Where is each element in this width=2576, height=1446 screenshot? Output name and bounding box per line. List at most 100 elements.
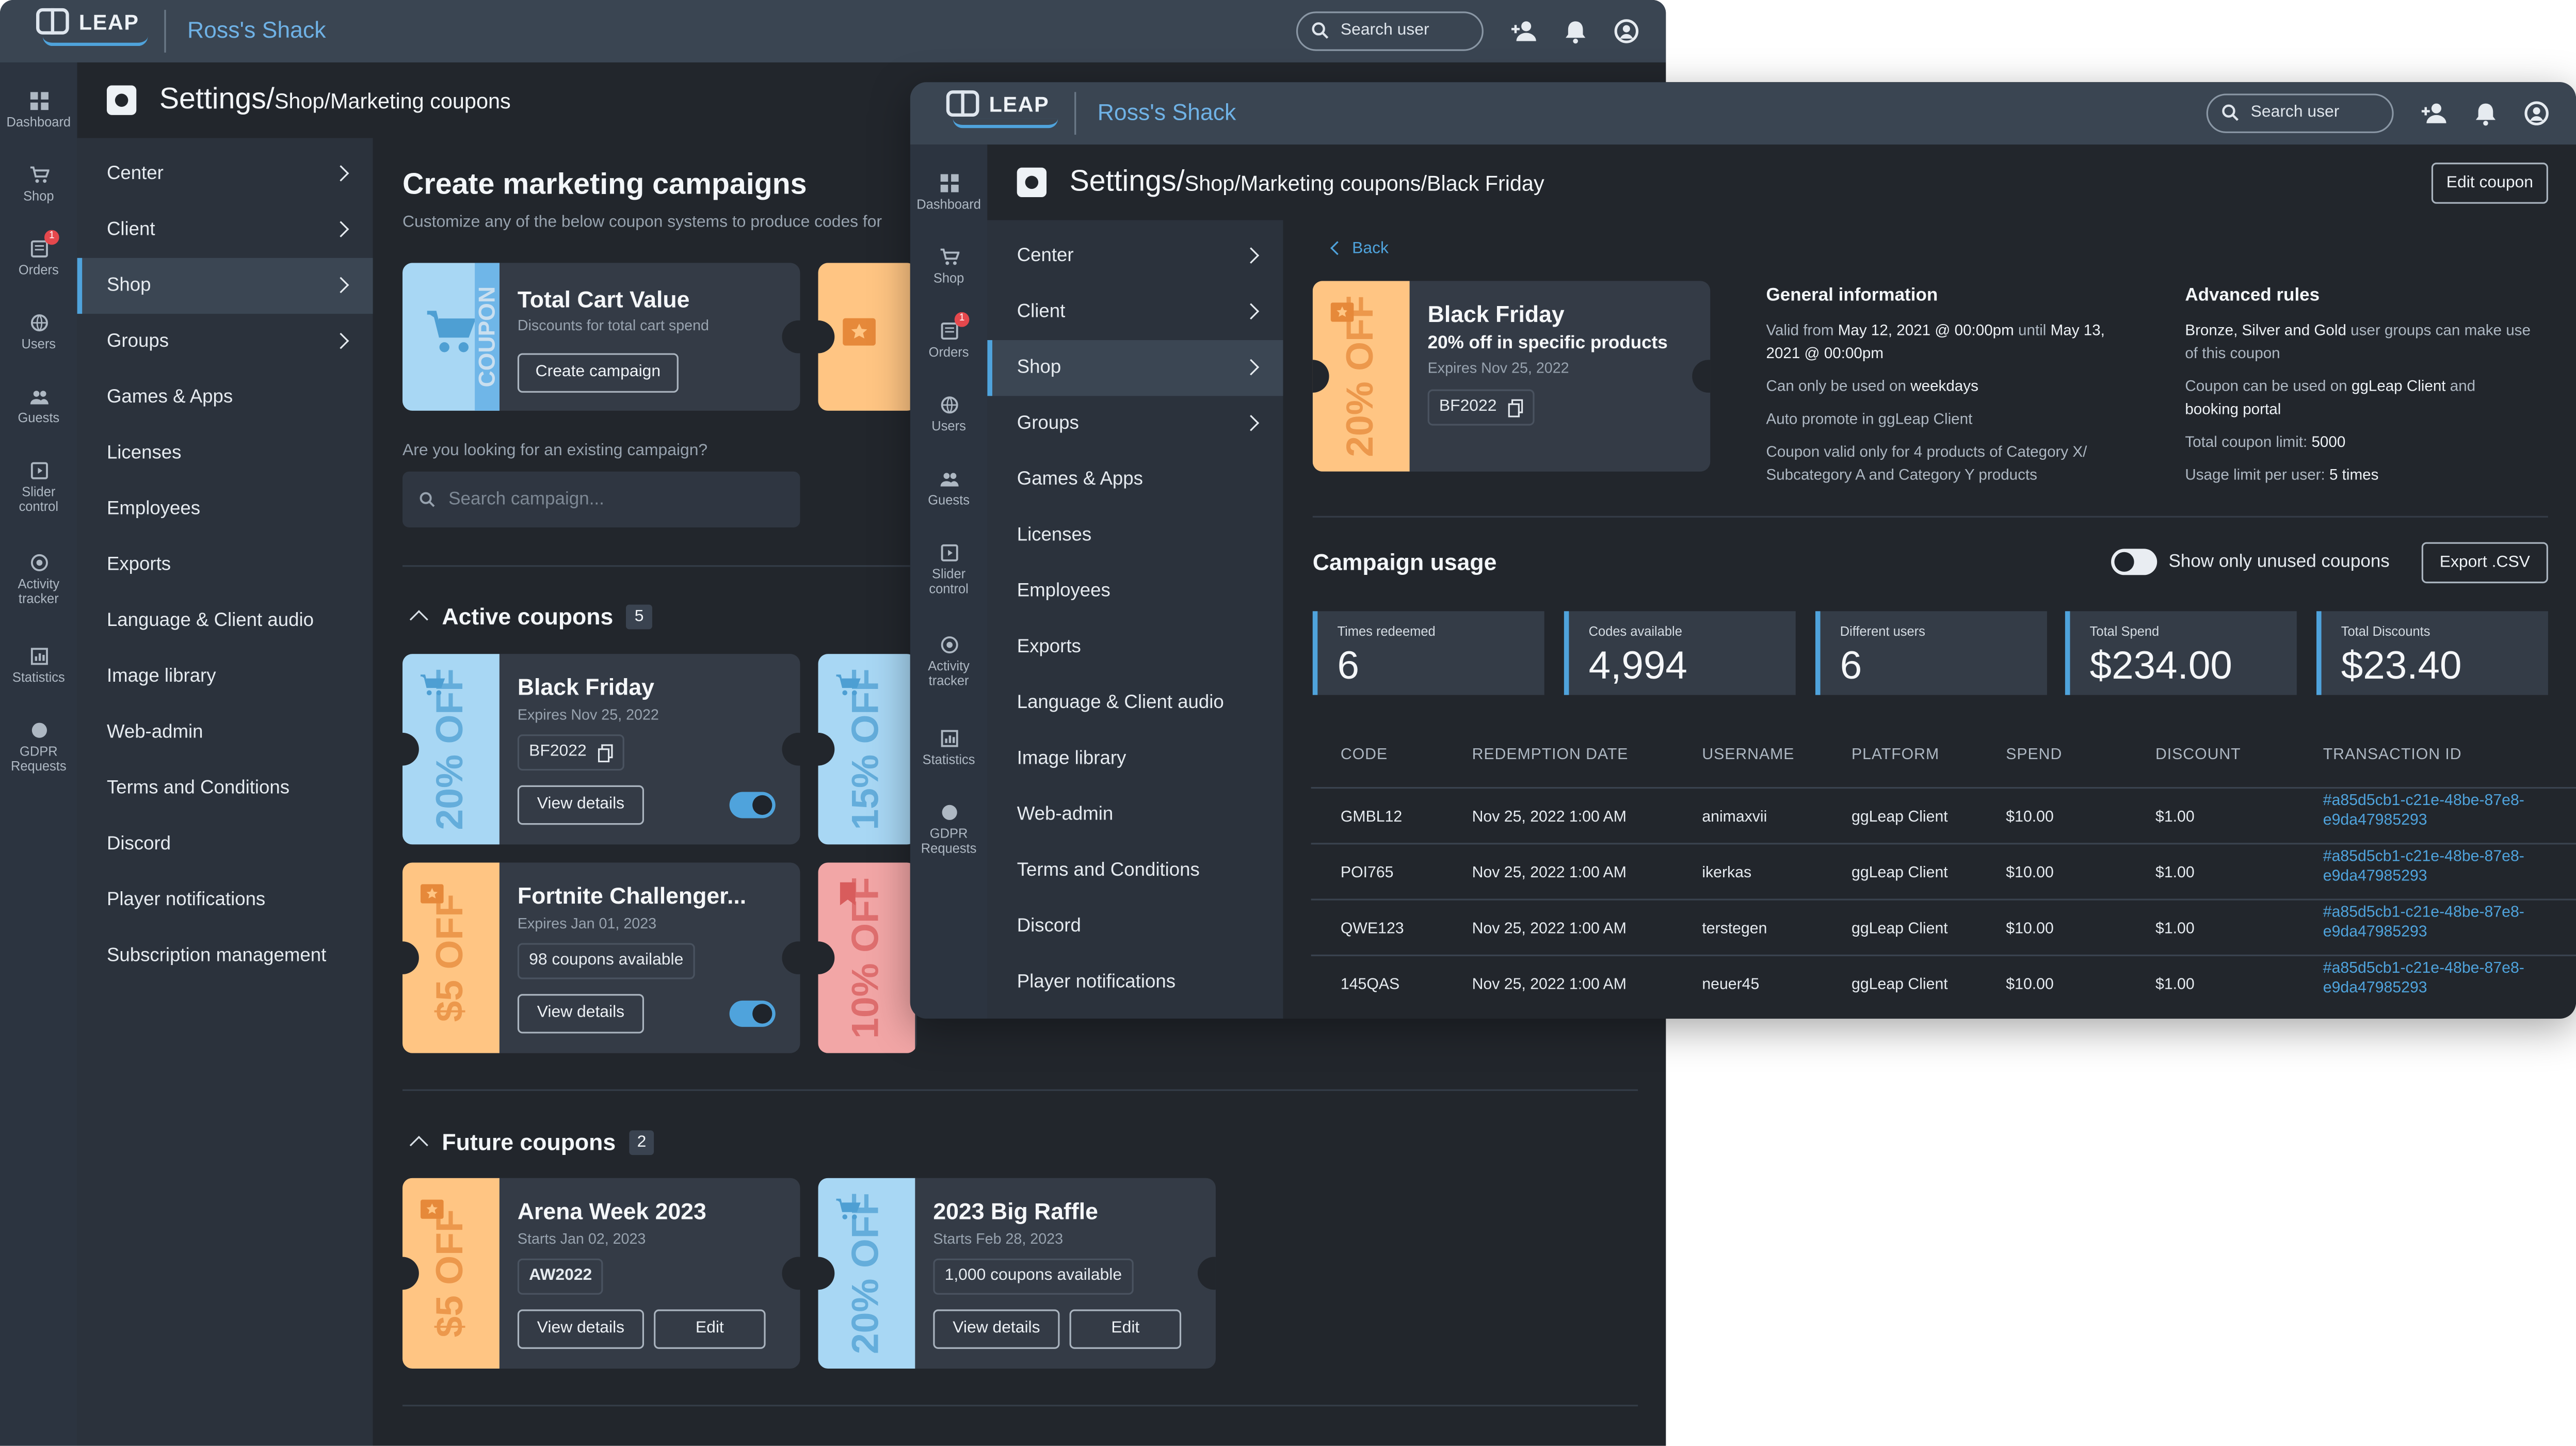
transaction-id-link[interactable]: #a85d5cb1-c21e-48be-87e8- e9da47985293 (2323, 959, 2553, 999)
view-details-button[interactable]: View details (517, 1309, 645, 1349)
table-row[interactable]: POI765 Nov 25, 2022 1:00 AM ikerkas ggLe… (1311, 843, 2576, 900)
table-row[interactable]: 145QAS Nov 25, 2022 1:00 AM neuer45 ggLe… (1311, 954, 2576, 1012)
rail-slider-control[interactable]: Slider control (0, 462, 77, 514)
fortnite-card[interactable]: $5 OFF Fortnite Challenger... Expires Ja… (403, 862, 800, 1053)
rail-shop[interactable]: Shop (0, 166, 77, 204)
sidebar-item-licenses[interactable]: Licenses (987, 508, 1283, 564)
table-row[interactable]: QWE123 Nov 25, 2022 1:00 AM terstegen gg… (1311, 898, 2576, 956)
sidebar-item-games-apps[interactable]: Games & Apps (77, 369, 373, 425)
black-friday-card[interactable]: 20% OFF Black Friday Expires Nov 25, 202… (403, 654, 800, 845)
sidebar-item-image-library[interactable]: Image library (987, 731, 1283, 787)
transaction-id-link[interactable]: #a85d5cb1-c21e-48be-87e8- e9da47985293 (2323, 848, 2553, 887)
edit-coupon-button[interactable]: Edit coupon (2431, 163, 2548, 204)
unused-coupons-toggle[interactable] (2111, 549, 2158, 575)
add-user-icon[interactable] (1511, 18, 1538, 44)
sidebar-item-client[interactable]: Client (987, 284, 1283, 340)
coupon-code[interactable]: BF2022 (517, 734, 624, 771)
sidebar-item-employees[interactable]: Employees (987, 564, 1283, 619)
rail-gdpr-requests[interactable]: GDPR Requests (910, 804, 988, 856)
sidebar-item-games-apps[interactable]: Games & Apps (987, 452, 1283, 508)
column-transaction-id[interactable]: TRANSACTION ID (2323, 746, 2462, 764)
column-redemption-date[interactable]: REDEMPTION DATE (1472, 746, 1629, 764)
transaction-id-link[interactable]: #a85d5cb1-c21e-48be-87e8- e9da47985293 (2323, 904, 2553, 943)
search-user-input[interactable]: Search user (2206, 93, 2394, 133)
table-row[interactable]: GMBL12 Nov 25, 2022 1:00 AM animaxvii gg… (1311, 786, 2576, 844)
bell-icon[interactable] (2472, 100, 2499, 126)
sidebar-item-language-audio[interactable]: Language & Client audio (77, 593, 373, 649)
sidebar-item-exports[interactable]: Exports (987, 619, 1283, 675)
breadcrumb-settings[interactable]: Settings/ (1070, 164, 1185, 197)
rail-orders[interactable]: Orders 1 (910, 312, 988, 360)
search-campaign-input[interactable]: Search campaign... (403, 471, 800, 527)
sidebar-item-player-notifications[interactable]: Player notifications (987, 955, 1283, 1010)
view-details-button[interactable]: View details (517, 994, 645, 1034)
sidebar-item-player-notifications[interactable]: Player notifications (77, 873, 373, 928)
breadcrumb-settings[interactable]: Settings/ (159, 82, 275, 115)
search-user-input[interactable]: Search user (1296, 11, 1484, 51)
edit-button[interactable]: Edit (654, 1309, 766, 1349)
sidebar-item-exports[interactable]: Exports (77, 537, 373, 593)
sidebar-item-subscription[interactable]: Subscription management (77, 928, 373, 984)
coupon-card-partial[interactable]: 10% OFF (818, 862, 917, 1053)
rail-guests[interactable]: Guests (0, 388, 77, 426)
view-details-button[interactable]: View details (933, 1309, 1060, 1349)
big-raffle-card[interactable]: 20% OFF 2023 Big Raffle Starts Feb 28, 2… (818, 1178, 1216, 1369)
edit-button[interactable]: Edit (1069, 1309, 1182, 1349)
rail-dashboard[interactable]: Dashboard (0, 92, 77, 130)
add-user-icon[interactable] (2421, 100, 2448, 126)
leap-logo[interactable]: LEAP (36, 8, 139, 35)
create-campaign-button[interactable]: Create campaign (517, 353, 679, 393)
sidebar-item-shop[interactable]: Shop (987, 340, 1283, 396)
future-coupons-header[interactable]: Future coupons 2 (403, 1129, 655, 1155)
sidebar-item-web-admin[interactable]: Web-admin (77, 705, 373, 761)
sidebar-item-shop[interactable]: Shop (77, 258, 373, 314)
sidebar-item-groups[interactable]: Groups (987, 396, 1283, 452)
account-icon[interactable] (2523, 100, 2550, 126)
shop-name[interactable]: Ross's Shack (187, 17, 326, 43)
export-csv-button[interactable]: Export .CSV (2421, 542, 2548, 584)
back-link[interactable]: Back (1330, 240, 1389, 258)
column-username[interactable]: USERNAME (1702, 746, 1794, 764)
sidebar-item-employees[interactable]: Employees (77, 481, 373, 537)
rail-statistics[interactable]: Statistics (0, 647, 77, 685)
sidebar-item-discord[interactable]: Discord (987, 898, 1283, 954)
arena-week-card[interactable]: $5 OFF Arena Week 2023 Starts Jan 02, 20… (403, 1178, 800, 1369)
rail-dashboard[interactable]: Dashboard (910, 174, 988, 212)
rail-shop[interactable]: Shop (910, 248, 988, 286)
column-platform[interactable]: PLATFORM (1852, 746, 1939, 764)
active-toggle[interactable] (729, 1000, 776, 1027)
rail-activity-tracker[interactable]: Activity tracker (910, 636, 988, 688)
coupon-code[interactable]: AW2022 (517, 1258, 604, 1295)
sidebar-item-client[interactable]: Client (77, 202, 373, 258)
rail-guests[interactable]: Guests (910, 470, 988, 508)
rail-statistics[interactable]: Statistics (910, 730, 988, 767)
rail-orders[interactable]: Orders 1 (0, 230, 77, 278)
account-icon[interactable] (1613, 18, 1639, 44)
rail-users[interactable]: Users (0, 314, 77, 351)
rail-gdpr-requests[interactable]: GDPR Requests (0, 721, 77, 774)
rail-users[interactable]: Users (910, 396, 988, 433)
sidebar-item-terms[interactable]: Terms and Conditions (987, 843, 1283, 898)
coupon-code[interactable]: BF2022 (1427, 389, 1535, 426)
sidebar-item-center[interactable]: Center (987, 229, 1283, 284)
active-coupons-header[interactable]: Active coupons 5 (403, 603, 652, 629)
sidebar-item-center[interactable]: Center (77, 146, 373, 202)
view-details-button[interactable]: View details (517, 785, 645, 825)
sidebar-item-terms[interactable]: Terms and Conditions (77, 761, 373, 816)
transaction-id-link[interactable]: #a85d5cb1-c21e-48be-87e8- e9da47985293 (2323, 792, 2553, 831)
sidebar-item-discord[interactable]: Discord (77, 816, 373, 872)
column-spend[interactable]: SPEND (2006, 746, 2062, 764)
shop-name[interactable]: Ross's Shack (1098, 99, 1236, 125)
sidebar-item-web-admin[interactable]: Web-admin (987, 787, 1283, 843)
sidebar-item-image-library[interactable]: Image library (77, 649, 373, 705)
coupon-card-partial[interactable]: 15% OFF (818, 654, 917, 845)
active-toggle[interactable] (729, 792, 776, 818)
column-code[interactable]: CODE (1341, 746, 1388, 764)
sidebar-item-licenses[interactable]: Licenses (77, 426, 373, 481)
sidebar-item-language-audio[interactable]: Language & Client audio (987, 676, 1283, 731)
rail-activity-tracker[interactable]: Activity tracker (0, 554, 77, 606)
column-discount[interactable]: DISCOUNT (2155, 746, 2241, 764)
rail-slider-control[interactable]: Slider control (910, 544, 988, 597)
sidebar-item-groups[interactable]: Groups (77, 314, 373, 369)
bell-icon[interactable] (1563, 18, 1589, 44)
